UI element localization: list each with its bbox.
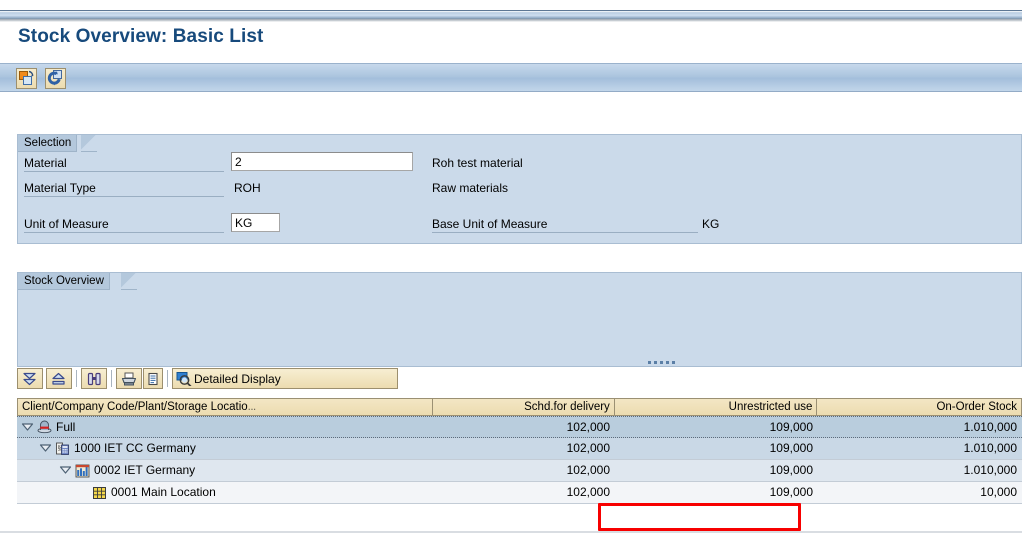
material-label: Material bbox=[24, 156, 224, 172]
stock-overview-panel: Stock Overview bbox=[17, 272, 1022, 367]
base-unit-of-measure-value: KG bbox=[702, 217, 720, 231]
application-toolbar bbox=[0, 63, 1022, 92]
cell-on-order-stock: 1.010,000 bbox=[963, 463, 1017, 477]
row-label: 0001 Main Location bbox=[111, 485, 216, 499]
expand-all-icon bbox=[23, 372, 36, 385]
unit-of-measure-label: Unit of Measure bbox=[24, 217, 224, 233]
collapse-all-button[interactable] bbox=[46, 368, 72, 389]
material-type-value: ROH bbox=[234, 181, 261, 195]
detailed-display-label: Detailed Display bbox=[194, 371, 281, 386]
storage-location-icon bbox=[93, 486, 106, 499]
column-header-on-order-stock[interactable]: On-Order Stock bbox=[817, 399, 1021, 415]
cell-on-order-stock: 1.010,000 bbox=[963, 420, 1017, 434]
cell-schd-for-delivery: 102,000 bbox=[566, 420, 610, 434]
print-preview-icon bbox=[148, 372, 158, 385]
window-top-rule-shadow bbox=[0, 19, 1022, 22]
chevron-down-icon[interactable] bbox=[39, 443, 52, 454]
row-node-cell[interactable]: 0001 Main Location bbox=[17, 482, 433, 503]
plant-icon bbox=[75, 464, 90, 477]
table-row[interactable]: Full 102,000 109,000 1.010,000 bbox=[17, 416, 1022, 438]
cell-schd-for-delivery: 102,000 bbox=[566, 463, 610, 477]
stock-overview-panel-tab-slant bbox=[121, 273, 137, 290]
column-header-schd-for-delivery[interactable]: Schd.for delivery bbox=[433, 399, 615, 415]
cell-on-order-stock: 10,000 bbox=[980, 485, 1017, 499]
toolbar-separator bbox=[167, 370, 168, 387]
table-header-row: Client/Company Code/Plant/Storage Locati… bbox=[17, 398, 1022, 416]
change-view-icon bbox=[19, 70, 34, 85]
table-row[interactable]: 0001 Main Location 102,000 109,000 10,00… bbox=[17, 482, 1022, 504]
material-description: Roh test material bbox=[432, 156, 523, 170]
unit-of-measure-input[interactable] bbox=[231, 213, 280, 232]
selection-panel-tab-slant bbox=[81, 135, 97, 152]
company-code-icon: § bbox=[56, 442, 69, 455]
handle-dot bbox=[660, 361, 663, 364]
refresh-icon bbox=[47, 70, 62, 86]
collapse-all-icon bbox=[52, 372, 65, 385]
column-header-unrestricted-use[interactable]: Unrestricted use bbox=[615, 399, 818, 415]
material-input[interactable] bbox=[231, 152, 413, 171]
chevron-down-icon[interactable] bbox=[59, 465, 72, 476]
material-type-description: Raw materials bbox=[432, 181, 509, 195]
column-header-node[interactable]: Client/Company Code/Plant/Storage Locati… bbox=[18, 399, 434, 415]
binoculars-icon bbox=[87, 372, 101, 385]
change-view-button[interactable] bbox=[16, 68, 37, 89]
detailed-display-icon bbox=[176, 372, 192, 386]
print-button[interactable] bbox=[116, 368, 142, 389]
client-hat-icon bbox=[37, 420, 52, 434]
cell-unrestricted-use: 109,000 bbox=[769, 420, 813, 434]
row-label: 1000 IET CC Germany bbox=[74, 441, 196, 455]
table-row[interactable]: § 1000 IET CC Germany 102,000 109,000 1.… bbox=[17, 438, 1022, 460]
base-unit-of-measure-label: Base Unit of Measure bbox=[432, 217, 698, 233]
row-label: 0002 IET Germany bbox=[94, 463, 196, 477]
find-button[interactable] bbox=[81, 368, 107, 389]
row-node-cell[interactable]: Full bbox=[17, 417, 433, 437]
toolbar-separator bbox=[111, 370, 112, 387]
chevron-down-icon[interactable] bbox=[21, 422, 34, 433]
truncation-ellipsis: ... bbox=[247, 401, 257, 413]
cell-unrestricted-use: 109,000 bbox=[769, 485, 813, 499]
selection-panel-tab: Selection bbox=[18, 135, 78, 152]
print-preview-button[interactable] bbox=[143, 368, 163, 389]
cell-unrestricted-use: 109,000 bbox=[769, 441, 813, 455]
handle-dot bbox=[654, 361, 657, 364]
stock-overview-table: Client/Company Code/Plant/Storage Locati… bbox=[17, 398, 1022, 504]
handle-dot bbox=[666, 361, 669, 364]
handle-dot bbox=[648, 361, 651, 364]
svg-text:§: § bbox=[58, 444, 62, 452]
refresh-button[interactable] bbox=[45, 68, 66, 89]
cell-unrestricted-use: 109,000 bbox=[769, 463, 813, 477]
toolbar-separator bbox=[76, 370, 77, 387]
table-row[interactable]: 0002 IET Germany 102,000 109,000 1.010,0… bbox=[17, 460, 1022, 482]
window-top-rule bbox=[0, 10, 1022, 19]
handle-dot bbox=[672, 361, 675, 364]
detailed-display-button[interactable]: Detailed Display bbox=[172, 368, 398, 389]
cell-schd-for-delivery: 102,000 bbox=[566, 485, 610, 499]
highlight-annotation-box bbox=[598, 503, 801, 531]
panel-resize-handle[interactable] bbox=[648, 359, 688, 366]
row-node-cell[interactable]: 0002 IET Germany bbox=[17, 460, 433, 481]
expand-all-button[interactable] bbox=[17, 368, 43, 389]
row-node-cell[interactable]: § 1000 IET CC Germany bbox=[17, 438, 433, 459]
printer-icon bbox=[121, 372, 137, 386]
page-title: Stock Overview: Basic List bbox=[18, 26, 264, 47]
cell-on-order-stock: 1.010,000 bbox=[963, 441, 1017, 455]
material-type-label: Material Type bbox=[24, 181, 224, 197]
stock-overview-panel-tab: Stock Overview bbox=[18, 273, 110, 290]
cell-schd-for-delivery: 102,000 bbox=[566, 441, 610, 455]
row-label: Full bbox=[56, 419, 76, 434]
